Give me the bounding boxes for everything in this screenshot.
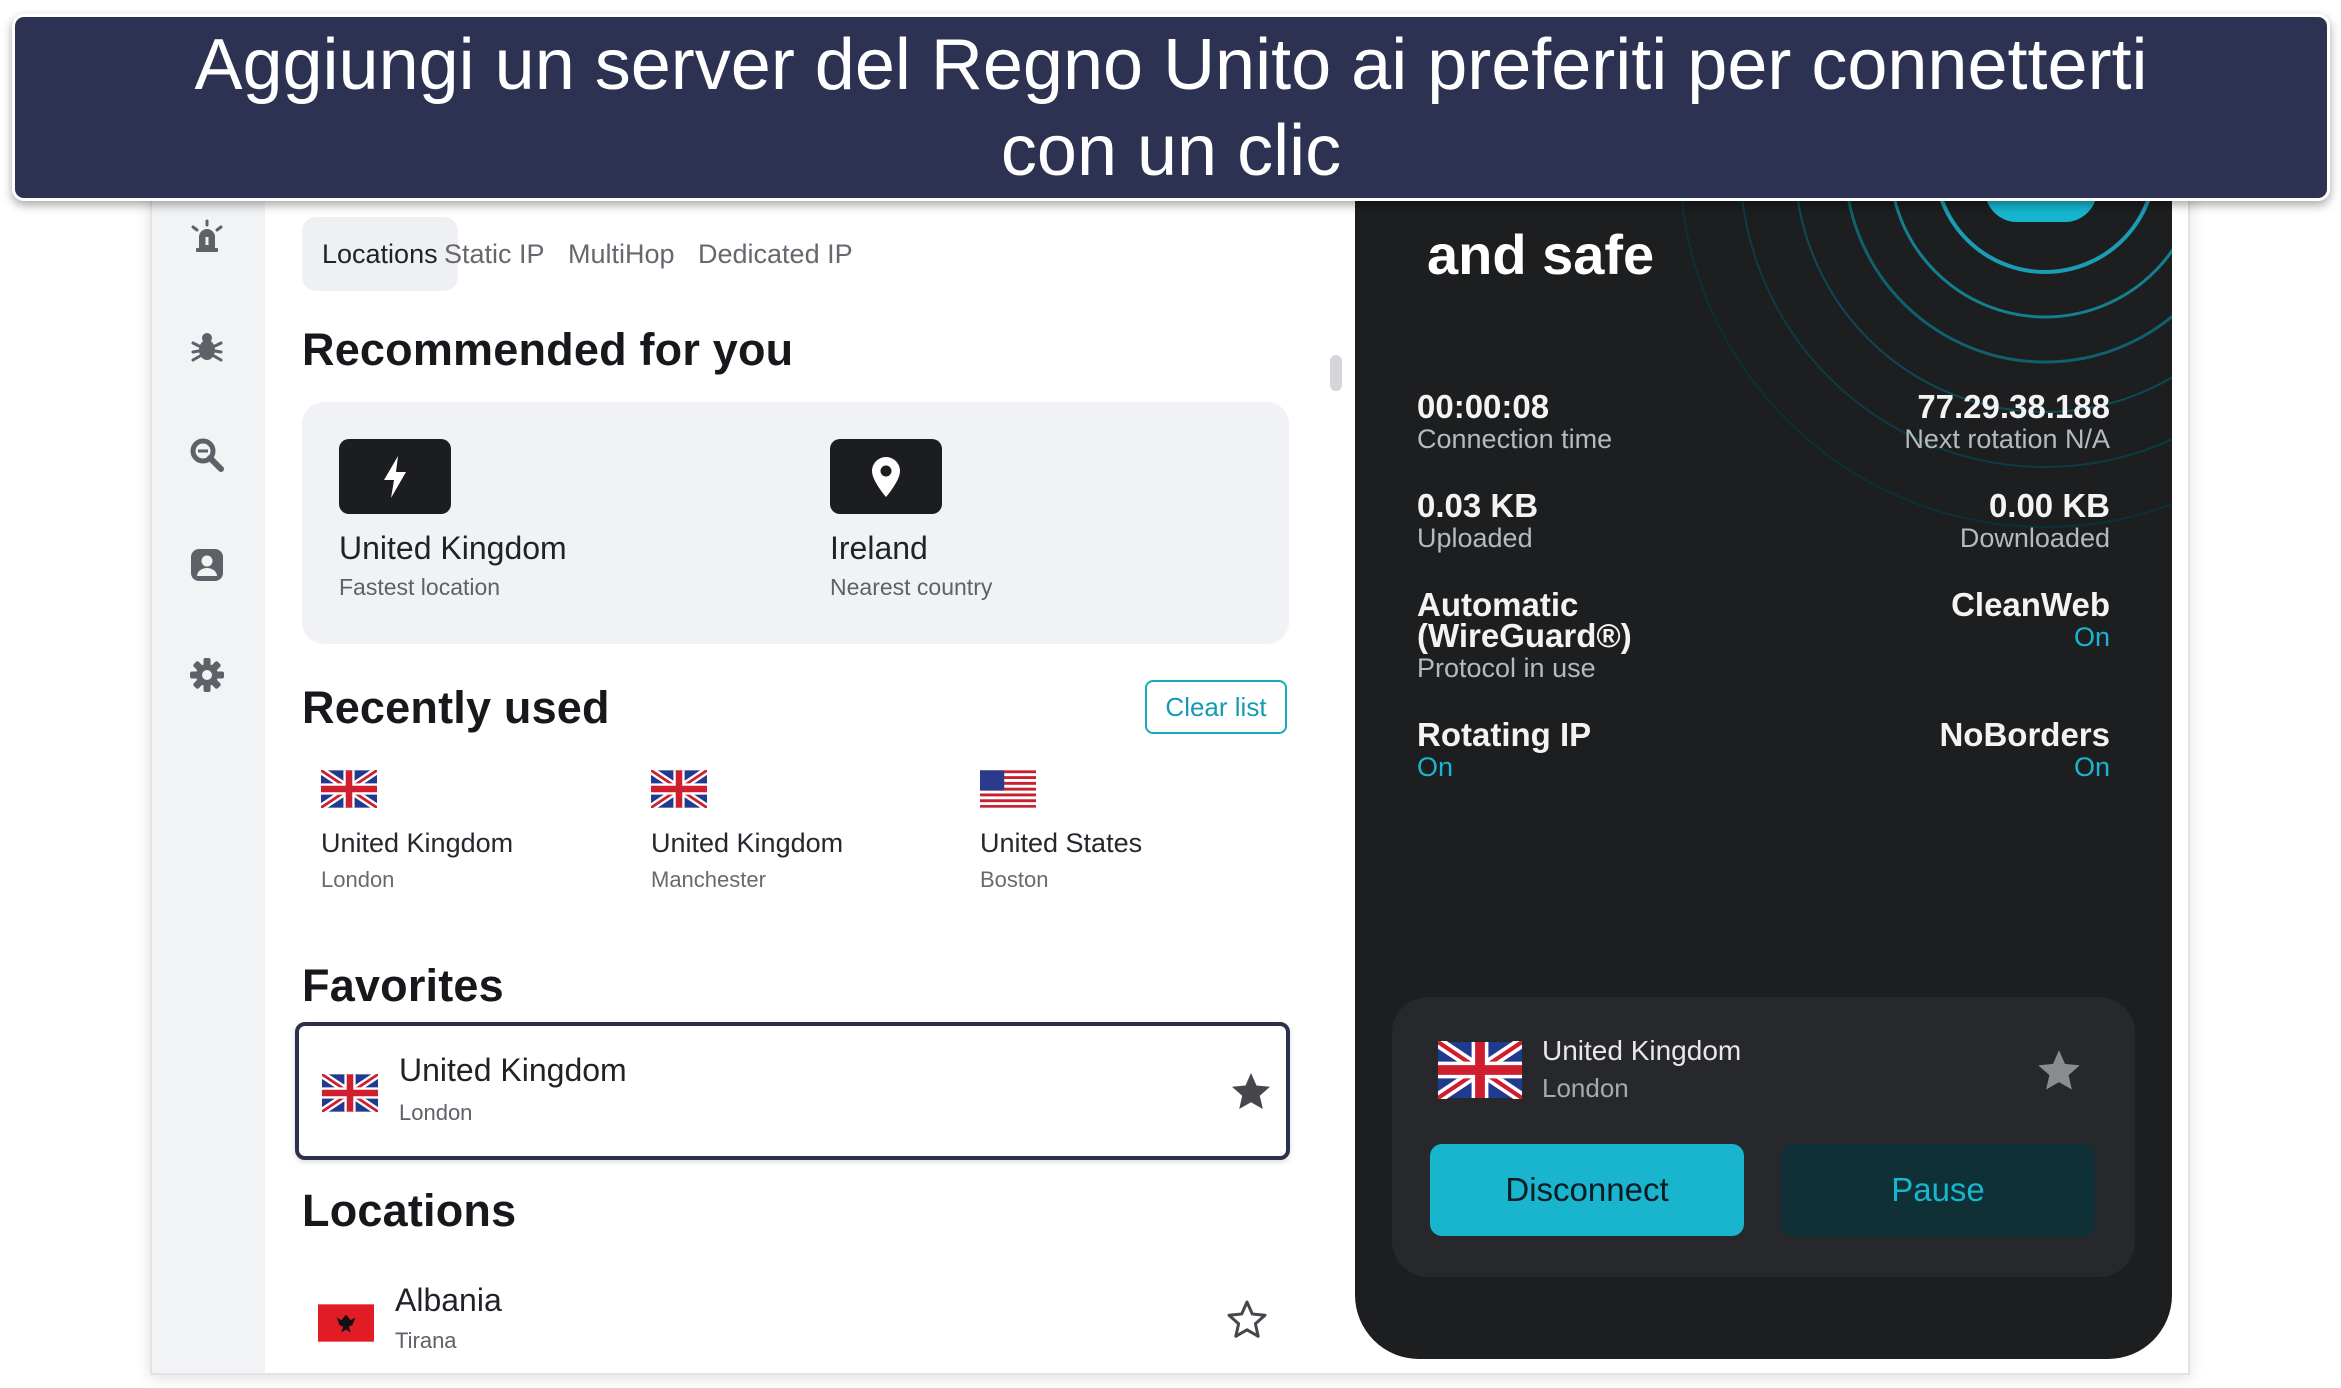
location-pin-icon[interactable] xyxy=(830,439,942,514)
recent-country: United States xyxy=(980,828,1143,858)
uk-flag-icon xyxy=(1438,1041,1522,1099)
recent-city: London xyxy=(321,867,395,892)
recent-item[interactable]: United Kingdom London xyxy=(321,770,621,893)
sidebar xyxy=(152,152,265,1373)
recent-city: Boston xyxy=(980,867,1049,892)
uploaded-value: 0.03 KB xyxy=(1417,487,1539,524)
uk-flag-icon xyxy=(651,770,707,808)
us-flag-icon xyxy=(980,770,1036,808)
tab-dedicated-ip[interactable]: Dedicated IP xyxy=(678,217,873,291)
noborders-state[interactable]: On xyxy=(2074,752,2110,783)
protocol-value-line2: (WireGuard®) xyxy=(1417,617,1632,654)
disconnect-button[interactable]: Disconnect xyxy=(1430,1144,1744,1236)
recommended-fastest-title[interactable]: United Kingdom xyxy=(339,530,567,567)
scrollbar-thumb[interactable] xyxy=(1330,355,1342,391)
uk-flag-icon xyxy=(322,1074,378,1112)
app-window: Locations Static IP MultiHop Dedicated I… xyxy=(150,150,2190,1375)
star-filled-icon[interactable] xyxy=(1229,1070,1273,1119)
user-icon[interactable] xyxy=(182,540,232,590)
favorite-item[interactable]: United Kingdom London xyxy=(295,1022,1290,1160)
locations-pane: Locations Static IP MultiHop Dedicated I… xyxy=(265,152,1355,1373)
recommended-fastest-subtitle: Fastest location xyxy=(339,574,501,600)
favorites-heading: Favorites xyxy=(302,960,504,1011)
clear-list-button[interactable]: Clear list xyxy=(1145,680,1287,734)
recommended-nearest-subtitle: Nearest country xyxy=(830,574,993,600)
search-icon[interactable] xyxy=(182,430,232,480)
caption-text: Aggiungi un server del Regno Unito ai pr… xyxy=(71,22,2271,194)
rotating-ip-label[interactable]: Rotating IP xyxy=(1417,716,1591,754)
tab-multihop[interactable]: MultiHop xyxy=(548,217,695,291)
current-connection-card: United Kingdom London Disconnect Pause xyxy=(1392,997,2135,1277)
location-city: Tirana xyxy=(395,1328,457,1353)
connection-time-value: 00:00:08 xyxy=(1417,388,1550,425)
recommended-card: United Kingdom Fastest location Ireland … xyxy=(302,402,1289,644)
caption-line2: con un clic xyxy=(1000,110,1342,191)
bug-icon[interactable] xyxy=(182,322,232,372)
pause-button[interactable]: Pause xyxy=(1781,1144,2095,1236)
location-row[interactable]: Albania Tirana xyxy=(295,1270,1290,1370)
location-country: Albania xyxy=(395,1282,502,1318)
tab-static-ip[interactable]: Static IP xyxy=(424,217,565,291)
cleanweb-state[interactable]: On xyxy=(2074,622,2110,653)
ip-address-value: 77.29.38.188 xyxy=(1917,388,2110,425)
downloaded-value: 0.00 KB xyxy=(1988,487,2110,524)
uk-flag-icon xyxy=(321,770,377,808)
favorite-country: United Kingdom xyxy=(399,1052,627,1088)
recommended-heading: Recommended for you xyxy=(302,324,794,375)
caption-banner: Aggiungi un server del Regno Unito ai pr… xyxy=(12,14,2330,201)
lightning-icon[interactable] xyxy=(339,439,451,514)
recent-item[interactable]: United Kingdom Manchester xyxy=(651,770,951,893)
connection-time-label: Connection time xyxy=(1417,424,1613,454)
gear-icon[interactable] xyxy=(182,650,232,700)
uploaded-label: Uploaded xyxy=(1417,523,1533,553)
alarm-icon[interactable] xyxy=(182,212,232,262)
star-filled-icon[interactable] xyxy=(2035,1047,2083,1100)
noborders-label[interactable]: NoBorders xyxy=(1939,716,2110,754)
connected-country: United Kingdom xyxy=(1542,1035,1742,1066)
recommended-nearest-title[interactable]: Ireland xyxy=(830,530,928,567)
caption-line1: Aggiungi un server del Regno Unito ai pr… xyxy=(194,24,2148,105)
cleanweb-label[interactable]: CleanWeb xyxy=(1951,586,2110,624)
downloaded-label: Downloaded xyxy=(1959,523,2110,553)
recently-used-heading: Recently used xyxy=(302,682,610,733)
status-headline: and safe xyxy=(1427,223,1655,286)
connected-city: London xyxy=(1542,1073,1629,1103)
recent-item[interactable]: United States Boston xyxy=(980,770,1280,893)
next-rotation-label: Next rotation N/A xyxy=(1904,424,2110,454)
favorite-city: London xyxy=(399,1100,473,1125)
rotating-ip-state[interactable]: On xyxy=(1417,752,1453,783)
recent-country: United Kingdom xyxy=(651,828,844,858)
connection-status-panel: connected and safe 00:00:08 Connection t… xyxy=(1355,152,2172,1359)
recent-country: United Kingdom xyxy=(321,828,514,858)
protocol-label: Protocol in use xyxy=(1417,653,1596,683)
albania-flag-icon xyxy=(318,1304,374,1342)
locations-heading: Locations xyxy=(302,1185,517,1236)
star-outline-icon[interactable] xyxy=(1225,1298,1269,1347)
recent-city: Manchester xyxy=(651,867,766,892)
